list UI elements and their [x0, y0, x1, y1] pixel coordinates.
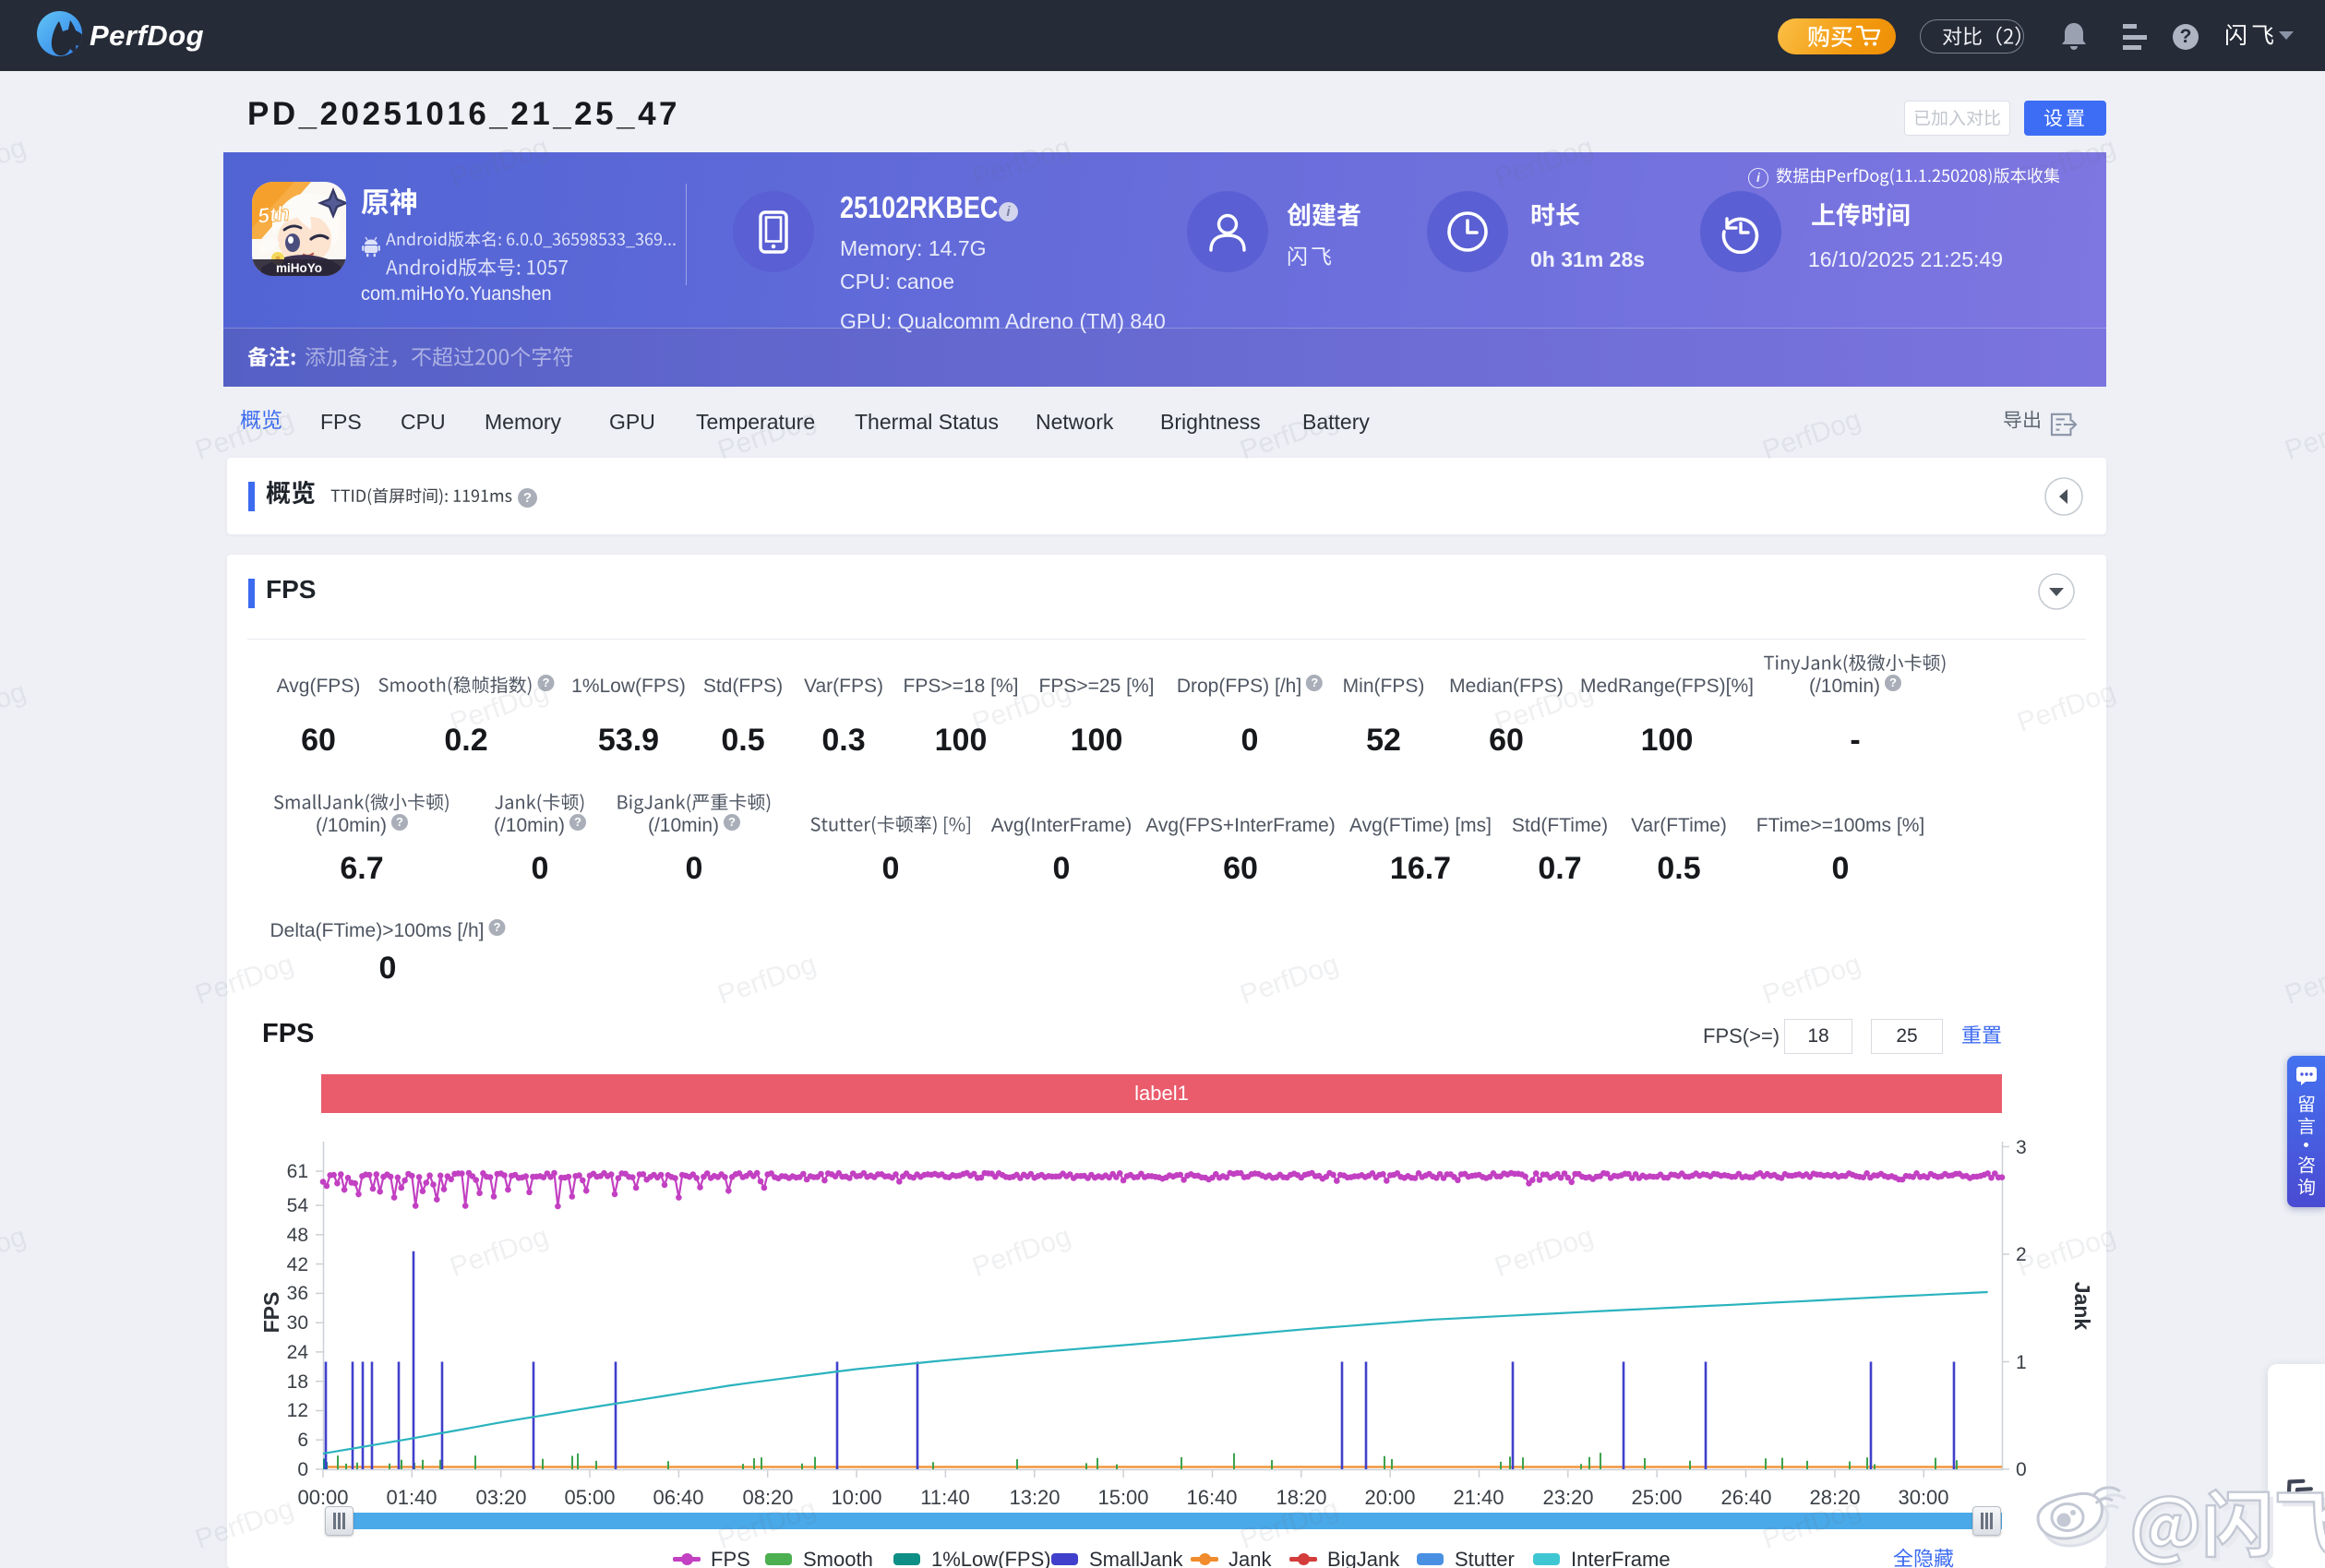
svg-text:0: 0: [297, 1459, 308, 1480]
svg-text:1: 1: [2016, 1352, 2027, 1373]
svg-text:54: 54: [287, 1195, 309, 1216]
svg-text:20:00: 20:00: [1364, 1486, 1415, 1509]
svg-text:3: 3: [2016, 1137, 2027, 1158]
svg-text:24: 24: [287, 1342, 309, 1363]
svg-text:30: 30: [287, 1312, 308, 1334]
svg-text:26:40: 26:40: [1720, 1486, 1771, 1509]
svg-text:6: 6: [297, 1430, 308, 1451]
svg-text:10:00: 10:00: [831, 1486, 881, 1509]
svg-text:13:20: 13:20: [1009, 1486, 1060, 1509]
svg-text:30:00: 30:00: [1898, 1486, 1948, 1509]
svg-text:03:20: 03:20: [475, 1486, 526, 1509]
svg-text:61: 61: [287, 1161, 308, 1182]
svg-text:06:40: 06:40: [653, 1486, 703, 1509]
svg-text:12: 12: [287, 1400, 308, 1421]
svg-text:0: 0: [2016, 1459, 2027, 1480]
svg-text:48: 48: [287, 1225, 308, 1246]
svg-text:FPS: FPS: [259, 1292, 283, 1334]
svg-text:21:40: 21:40: [1453, 1486, 1504, 1509]
svg-text:42: 42: [287, 1254, 308, 1275]
svg-text:25:00: 25:00: [1631, 1486, 1682, 1509]
svg-text:15:00: 15:00: [1097, 1486, 1148, 1509]
svg-text:11:40: 11:40: [920, 1486, 969, 1509]
svg-text:36: 36: [287, 1283, 308, 1304]
svg-text:18: 18: [287, 1371, 308, 1393]
svg-text:01:40: 01:40: [386, 1486, 437, 1509]
svg-text:16:40: 16:40: [1186, 1486, 1237, 1509]
svg-text:05:00: 05:00: [564, 1486, 615, 1509]
svg-text:23:20: 23:20: [1542, 1486, 1593, 1509]
svg-text:Jank: Jank: [2070, 1282, 2094, 1331]
